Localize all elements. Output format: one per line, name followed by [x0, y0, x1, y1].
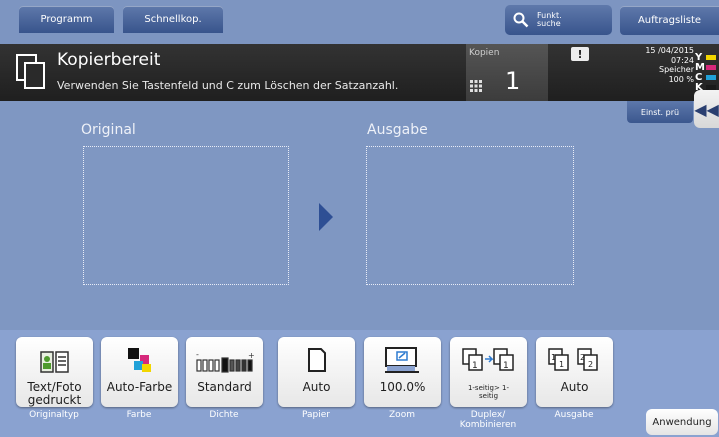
svg-text:1: 1: [559, 360, 564, 369]
job-list-button[interactable]: Auftragsliste: [620, 6, 719, 35]
warning-symbol: !: [577, 47, 583, 61]
output-button[interactable]: 1 1 2 2 Auto: [536, 337, 613, 407]
output-label: Ausgabe: [367, 122, 428, 138]
copies-value: 1: [505, 67, 521, 95]
search-icon: [513, 12, 529, 28]
function-search-button[interactable]: Funkt. suche: [505, 5, 612, 35]
application-button[interactable]: Anwendung: [646, 409, 718, 435]
svg-text:2: 2: [588, 360, 593, 369]
copy-documents-icon: [16, 54, 45, 89]
toner-bar-yellow: [706, 54, 716, 60]
output-icon: 1 1 2 2: [547, 348, 598, 371]
density-caption: Dichte: [209, 410, 239, 420]
svg-text:1: 1: [503, 361, 509, 371]
toner-level-c: C: [695, 72, 719, 83]
paper-value: Auto: [302, 380, 331, 394]
duplex-caption: Duplex/ Kombinieren: [459, 410, 517, 430]
toner-levels: Y M C K: [695, 52, 719, 93]
color-squares-icon: [127, 348, 151, 372]
paper-icon: [307, 348, 326, 372]
duplex-icon: 1 1: [461, 348, 514, 371]
tab-programm[interactable]: Programm: [19, 6, 114, 33]
output-preview-box: [366, 146, 574, 285]
svg-text:1: 1: [551, 353, 556, 362]
color-caption: Farbe: [126, 410, 152, 420]
toner-level-m: M: [695, 62, 719, 73]
duplex-value: 1-seitig> 1-seitig: [467, 384, 510, 400]
color-value: Auto-Farbe: [106, 380, 173, 394]
toner-bar-black: [706, 84, 716, 90]
status-title: Kopierbereit: [57, 50, 161, 70]
zoom-caption: Zoom: [389, 410, 415, 420]
text-photo-icon: [39, 351, 69, 373]
color-button[interactable]: Auto-Farbe: [101, 337, 178, 407]
output-value: Auto: [560, 380, 589, 394]
toner-level-y: Y: [695, 52, 719, 63]
status-message: Verwenden Sie Tastenfeld und C zum Lösch…: [57, 79, 399, 92]
paper-button[interactable]: Auto: [278, 337, 355, 407]
zoom-icon: [384, 347, 419, 373]
warning-icon[interactable]: !: [571, 47, 589, 61]
copies-label: Kopien: [469, 48, 500, 58]
toner-bar-cyan: [706, 74, 716, 80]
original-type-value: Text/Foto gedruckt: [27, 380, 82, 407]
original-label: Original: [81, 122, 136, 138]
original-type-caption: Originaltyp: [29, 410, 79, 420]
density-value: Standard: [197, 380, 252, 394]
double-chevron-left-icon: ◀◀: [694, 99, 719, 119]
paper-caption: Papier: [302, 410, 330, 420]
svg-text:+: +: [248, 351, 255, 360]
output-caption: Ausgabe: [554, 410, 594, 420]
keypad-icon[interactable]: [470, 80, 482, 92]
toner-bar-magenta: [706, 64, 716, 70]
original-preview-box: [83, 146, 289, 285]
duplex-button[interactable]: 1 1 1-seitig> 1-seitig: [450, 337, 527, 407]
collapse-panel-button[interactable]: ◀◀: [694, 90, 719, 128]
settings-check-button[interactable]: Einst. prü: [627, 101, 693, 123]
arrow-right-icon: [319, 203, 333, 231]
svg-text:1: 1: [472, 361, 478, 371]
svg-text:2: 2: [580, 353, 585, 362]
function-search-line2: suche: [537, 19, 561, 28]
tab-schnellkop[interactable]: Schnellkop.: [123, 6, 223, 33]
density-button[interactable]: - + Standard: [186, 337, 263, 407]
original-type-button[interactable]: Text/Foto gedruckt: [16, 337, 93, 407]
svg-text:-: -: [196, 351, 199, 359]
zoom-button[interactable]: 100.0%: [364, 337, 441, 407]
density-slider-icon: - +: [196, 351, 255, 373]
zoom-value: 100.0%: [379, 380, 426, 394]
